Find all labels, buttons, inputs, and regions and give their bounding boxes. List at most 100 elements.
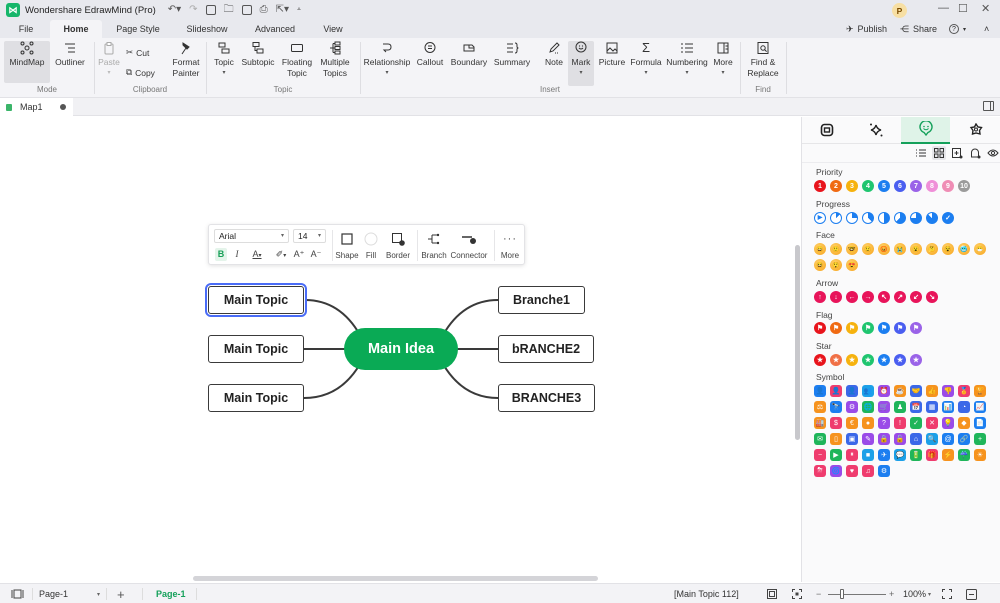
grow-font-button[interactable]: A⁺ <box>293 248 305 261</box>
arrow-5-icon[interactable]: ↗ <box>894 291 906 303</box>
outliner-button[interactable]: Outliner <box>52 41 88 68</box>
face-2-icon[interactable]: 🤓 <box>846 243 858 255</box>
arrow-0-icon[interactable]: ↑ <box>814 291 826 303</box>
priority-8-icon[interactable]: 8 <box>926 180 938 192</box>
face-6-icon[interactable]: 😮 <box>910 243 922 255</box>
symbol-29-icon[interactable]: ✕ <box>926 417 938 429</box>
progress-50%-icon[interactable] <box>878 212 890 224</box>
page-tab-active[interactable]: Page-1 <box>156 584 186 603</box>
symbol-44-icon[interactable]: − <box>814 449 826 461</box>
symbol-15-icon[interactable]: 🛒 <box>878 401 890 413</box>
open-folder-icon[interactable]: 🗀 <box>224 4 234 16</box>
bold-button[interactable]: B <box>215 248 227 261</box>
flag-2-icon[interactable]: ⚑ <box>846 322 858 334</box>
symbol-13-icon[interactable]: ⚙ <box>846 401 858 413</box>
subtopic-button[interactable]: Subtopic <box>239 41 277 68</box>
collapse-panel-icon[interactable] <box>966 584 977 603</box>
progress-87.5%-icon[interactable] <box>926 212 938 224</box>
help-button[interactable]: ? ▾ <box>949 20 966 38</box>
branch-topic-node[interactable]: BRANCHE3 <box>498 384 595 412</box>
eye-icon[interactable] <box>986 146 1000 160</box>
face-5-icon[interactable]: 😭 <box>894 243 906 255</box>
symbol-7-icon[interactable]: 👍 <box>926 385 938 397</box>
symbol-45-icon[interactable]: ▶ <box>830 449 842 461</box>
priority-5-icon[interactable]: 5 <box>878 180 890 192</box>
symbol-16-icon[interactable]: ♟ <box>894 401 906 413</box>
page-select[interactable]: Page-1 ▾ <box>34 584 102 603</box>
panel-tab-clipart[interactable] <box>951 117 1000 144</box>
flag-1-icon[interactable]: ⚑ <box>830 322 842 334</box>
symbol-37-icon[interactable]: 🔒 <box>878 433 890 445</box>
multiple-topics-button[interactable]: Multiple Topics <box>317 41 353 78</box>
fit-page-icon[interactable] <box>767 584 777 603</box>
more-options-button[interactable]: ··· More <box>498 231 522 260</box>
face-4-icon[interactable]: 😡 <box>878 243 890 255</box>
save-icon[interactable] <box>241 5 252 15</box>
symbol-46-icon[interactable]: ⏸ <box>846 449 858 461</box>
symbol-34-icon[interactable]: ▯ <box>830 433 842 445</box>
face-1-icon[interactable]: 🙂 <box>830 243 842 255</box>
undo-icon[interactable]: ↶▾ <box>168 4 181 16</box>
priority-2-icon[interactable]: 2 <box>830 180 842 192</box>
priority-7-icon[interactable]: 7 <box>910 180 922 192</box>
symbol-25-icon[interactable]: ● <box>862 417 874 429</box>
formula-button[interactable]: Σ Formula ▾ <box>629 41 663 78</box>
maximize-button[interactable]: ☐ <box>958 2 968 15</box>
flag-4-icon[interactable]: ⚑ <box>878 322 890 334</box>
progress-62.5%-icon[interactable] <box>894 212 906 224</box>
add-page-button[interactable]: + <box>117 584 125 603</box>
symbol-9-icon[interactable]: 🏅 <box>958 385 970 397</box>
tab-advanced[interactable]: Advanced <box>248 20 302 38</box>
toggle-panel-icon[interactable] <box>983 101 994 111</box>
symbol-54-icon[interactable]: ☀ <box>974 449 986 461</box>
flag-3-icon[interactable]: ⚑ <box>862 322 874 334</box>
symbol-57-icon[interactable]: ♥ <box>846 465 858 477</box>
collapse-ribbon-button[interactable]: ˄ <box>984 20 989 38</box>
highlight-button[interactable]: ✐▾ <box>272 248 290 261</box>
symbol-33-icon[interactable]: ✉ <box>814 433 826 445</box>
central-topic[interactable]: Main Idea <box>344 328 458 370</box>
symbol-40-icon[interactable]: 🔍 <box>926 433 938 445</box>
symbol-1-icon[interactable]: 👤 <box>830 385 842 397</box>
priority-9-icon[interactable]: 9 <box>942 180 954 192</box>
fullscreen-icon[interactable] <box>942 584 952 603</box>
tab-page-style[interactable]: Page Style <box>110 20 166 38</box>
shrink-font-button[interactable]: A⁻ <box>310 248 322 261</box>
zoom-slider-thumb[interactable] <box>840 589 844 599</box>
face-10-icon[interactable]: 😷 <box>974 243 986 255</box>
symbol-3-icon[interactable]: 👥 <box>862 385 874 397</box>
copy-button[interactable]: ⧉ Copy <box>126 67 155 78</box>
main-topic-node[interactable]: Main Topic <box>208 335 304 363</box>
symbol-28-icon[interactable]: ✓ <box>910 417 922 429</box>
symbol-10-icon[interactable]: 🏆 <box>974 385 986 397</box>
symbol-21-icon[interactable]: 📈 <box>974 401 986 413</box>
priority-4-icon[interactable]: 4 <box>862 180 874 192</box>
summary-button[interactable]: Summary <box>492 41 532 68</box>
grid-view-icon[interactable] <box>932 146 946 160</box>
symbol-27-icon[interactable]: ! <box>894 417 906 429</box>
mark-settings-icon[interactable] <box>968 146 982 160</box>
symbol-11-icon[interactable]: ⚖ <box>814 401 826 413</box>
star-3-icon[interactable]: ★ <box>862 354 874 366</box>
horizontal-scrollbar[interactable] <box>193 576 598 581</box>
italic-button[interactable]: I <box>232 248 242 261</box>
symbol-18-icon[interactable]: ▦ <box>926 401 938 413</box>
font-color-button[interactable]: A▾ <box>248 248 266 261</box>
star-5-icon[interactable]: ★ <box>894 354 906 366</box>
callout-button[interactable]: Callout <box>414 41 446 68</box>
branch-button[interactable]: Branch <box>420 231 448 260</box>
list-view-icon[interactable] <box>914 146 928 160</box>
star-2-icon[interactable]: ★ <box>846 354 858 366</box>
symbol-50-icon[interactable]: 🔋 <box>910 449 922 461</box>
symbol-31-icon[interactable]: ◆ <box>958 417 970 429</box>
symbol-38-icon[interactable]: 🔓 <box>894 433 906 445</box>
mindmap-button[interactable]: MindMap <box>4 41 50 83</box>
relationship-button[interactable]: Relationship ▾ <box>362 41 412 78</box>
cut-button[interactable]: ✂ Cut <box>126 47 149 58</box>
arrow-7-icon[interactable]: ↘ <box>926 291 938 303</box>
panel-tab-mark[interactable] <box>901 117 950 144</box>
find-replace-button[interactable]: Find & Replace <box>745 41 781 78</box>
symbol-55-icon[interactable]: ⛈ <box>814 465 826 477</box>
symbol-58-icon[interactable]: ♫ <box>862 465 874 477</box>
flag-6-icon[interactable]: ⚑ <box>910 322 922 334</box>
